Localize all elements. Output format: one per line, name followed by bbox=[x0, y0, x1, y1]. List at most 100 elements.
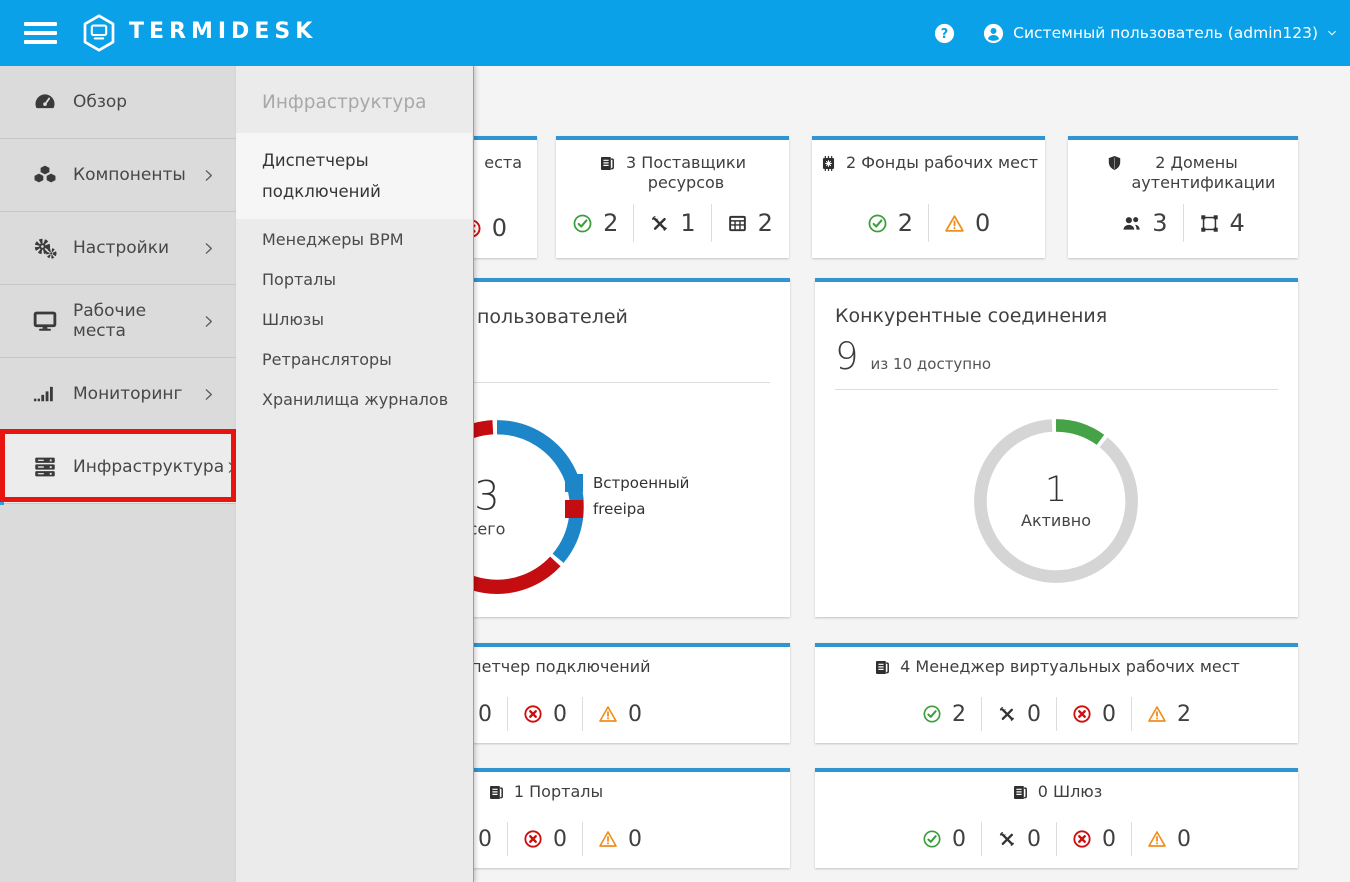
available-label: из 10 доступно bbox=[871, 355, 992, 373]
stat-value: 2 bbox=[952, 702, 966, 727]
termidesk-logo-icon bbox=[79, 13, 119, 53]
stat: 2 bbox=[557, 209, 633, 237]
help-icon[interactable]: ? bbox=[933, 22, 956, 45]
donut-total-label: сего bbox=[469, 520, 506, 539]
stat-value: 0 bbox=[952, 827, 966, 852]
stat: 0 bbox=[1132, 827, 1206, 852]
sidebar-item-label: Инфраструктура bbox=[73, 457, 224, 477]
stat-value: 0 bbox=[478, 702, 492, 727]
stat: 0 bbox=[982, 827, 1056, 852]
cubes-icon bbox=[32, 162, 58, 188]
chart-legend: Встроенный freeipa bbox=[565, 474, 689, 518]
sidebar-item-overview[interactable]: Обзор bbox=[0, 66, 236, 139]
sidebar-item-label: Мониторинг bbox=[73, 384, 182, 404]
error-circle-icon bbox=[523, 829, 543, 849]
chart-title: пользователей bbox=[477, 306, 628, 328]
card-stats: 2002 bbox=[907, 697, 1206, 731]
submenu-item-portals[interactable]: Порталы bbox=[236, 259, 473, 299]
card-workplace-pools: 2 Фонды рабочих мест 20 bbox=[812, 136, 1045, 258]
donut-center-text: 3 сего bbox=[469, 476, 506, 539]
card-stats: 34 bbox=[1106, 204, 1260, 242]
submenu-item-gateways[interactable]: Шлюзы bbox=[236, 299, 473, 339]
tools-icon bbox=[997, 704, 1017, 724]
card-vdi-managers: 4 Менеджер виртуальных рабочих мест 2002 bbox=[815, 643, 1298, 743]
news-icon bbox=[1011, 783, 1030, 802]
chevron-right-icon bbox=[201, 168, 216, 183]
stat-value: 3 bbox=[1152, 209, 1167, 237]
submenu-item-relays[interactable]: Ретрансляторы bbox=[236, 339, 473, 379]
stat-value: 0 bbox=[975, 209, 990, 237]
stat-value: 0 bbox=[1027, 702, 1041, 727]
card-auth-domains: 2 Домены аутентификации 34 bbox=[1068, 136, 1298, 258]
stat-value: 0 bbox=[553, 702, 567, 727]
svg-text:?: ? bbox=[941, 26, 949, 41]
chevron-right-icon bbox=[201, 314, 216, 329]
stat: 0 bbox=[1057, 827, 1131, 852]
sidebar-item-label: Обзор bbox=[73, 92, 127, 112]
stat-value: 1 bbox=[680, 209, 695, 237]
topbar: TERMIDESK ? Системный пользователь (admi… bbox=[0, 0, 1350, 66]
chip-icon bbox=[819, 154, 838, 173]
error-circle-icon bbox=[523, 704, 543, 724]
stat-value: 0 bbox=[628, 702, 642, 727]
gears-icon bbox=[32, 235, 58, 261]
user-menu[interactable]: Системный пользователь (admin123) bbox=[982, 22, 1338, 45]
legend-item: Встроенный bbox=[565, 474, 689, 492]
bars-icon bbox=[32, 381, 58, 407]
stat: 2 bbox=[712, 209, 788, 237]
users-icon bbox=[1121, 213, 1142, 234]
card-concurrent-connections: Конкурентные соединения 9 из 10 доступно… bbox=[815, 278, 1298, 617]
sidebar-item-components[interactable]: Компоненты bbox=[0, 139, 236, 212]
legend-swatch bbox=[565, 474, 583, 492]
stat: 0 bbox=[929, 209, 1005, 237]
sidebar-item-infrastructure[interactable]: Инфраструктура bbox=[0, 431, 236, 504]
user-circle-icon bbox=[982, 22, 1005, 45]
active-indicator bbox=[0, 429, 4, 505]
warning-triangle-icon bbox=[598, 704, 618, 724]
check-circle-icon bbox=[572, 213, 593, 234]
brand-title: TERMIDESK bbox=[129, 19, 317, 44]
sidebar-item-label: Рабочие места bbox=[73, 301, 201, 341]
server-stack-icon bbox=[32, 454, 58, 480]
divider bbox=[835, 389, 1278, 390]
card-stats: 0000 bbox=[907, 822, 1206, 856]
stat-value: 2 bbox=[1177, 702, 1191, 727]
stat-value: 0 bbox=[1027, 827, 1041, 852]
hamburger-menu-icon[interactable] bbox=[24, 22, 57, 44]
card-title: 1 Порталы bbox=[514, 782, 603, 802]
monitor-icon bbox=[32, 308, 58, 334]
submenu-item-vdi-managers[interactable]: Менеджеры ВРМ bbox=[236, 219, 473, 259]
stat: 0 bbox=[982, 702, 1056, 727]
news-icon bbox=[873, 658, 892, 677]
stat: 2 bbox=[907, 702, 981, 727]
stat-value: 0 bbox=[1102, 702, 1116, 727]
object-group-icon bbox=[1199, 213, 1220, 234]
submenu-item-connection-dispatchers[interactable]: Диспетчеры подключений bbox=[236, 133, 472, 219]
stat-value: 4 bbox=[1230, 209, 1245, 237]
card-title: 3 Поставщики ресурсов bbox=[625, 153, 747, 193]
sidebar-item-label: Настройки bbox=[73, 238, 169, 258]
card-title: 0 Шлюз bbox=[1038, 782, 1103, 802]
available-count: 9 bbox=[835, 338, 859, 375]
stat: 0 bbox=[1057, 702, 1131, 727]
stat-value: 0 bbox=[1102, 827, 1116, 852]
stat-value: 0 bbox=[553, 827, 567, 852]
chevron-right-icon bbox=[201, 387, 216, 402]
card-title: 4 Менеджер виртуальных рабочих мест bbox=[900, 657, 1240, 677]
stat-value: 2 bbox=[758, 209, 773, 237]
sidebar-item-workplaces[interactable]: Рабочие места bbox=[0, 285, 236, 358]
sidebar-item-settings[interactable]: Настройки bbox=[0, 212, 236, 285]
submenu-item-log-storages[interactable]: Хранилища журналов bbox=[236, 379, 473, 419]
error-circle-icon bbox=[1072, 704, 1092, 724]
tools-icon bbox=[649, 213, 670, 234]
stat: 0 bbox=[508, 702, 582, 727]
chart-title: Конкурентные соединения bbox=[835, 305, 1278, 327]
stat: 2 bbox=[852, 209, 928, 237]
stat-value: 2 bbox=[898, 209, 913, 237]
sidebar-item-monitoring[interactable]: Мониторинг bbox=[0, 358, 236, 431]
legend-label: Встроенный bbox=[593, 474, 689, 492]
error-circle-icon bbox=[1072, 829, 1092, 849]
stat: 0 bbox=[907, 827, 981, 852]
legend-label: freeipa bbox=[593, 500, 645, 518]
stat: 0 bbox=[583, 702, 657, 727]
